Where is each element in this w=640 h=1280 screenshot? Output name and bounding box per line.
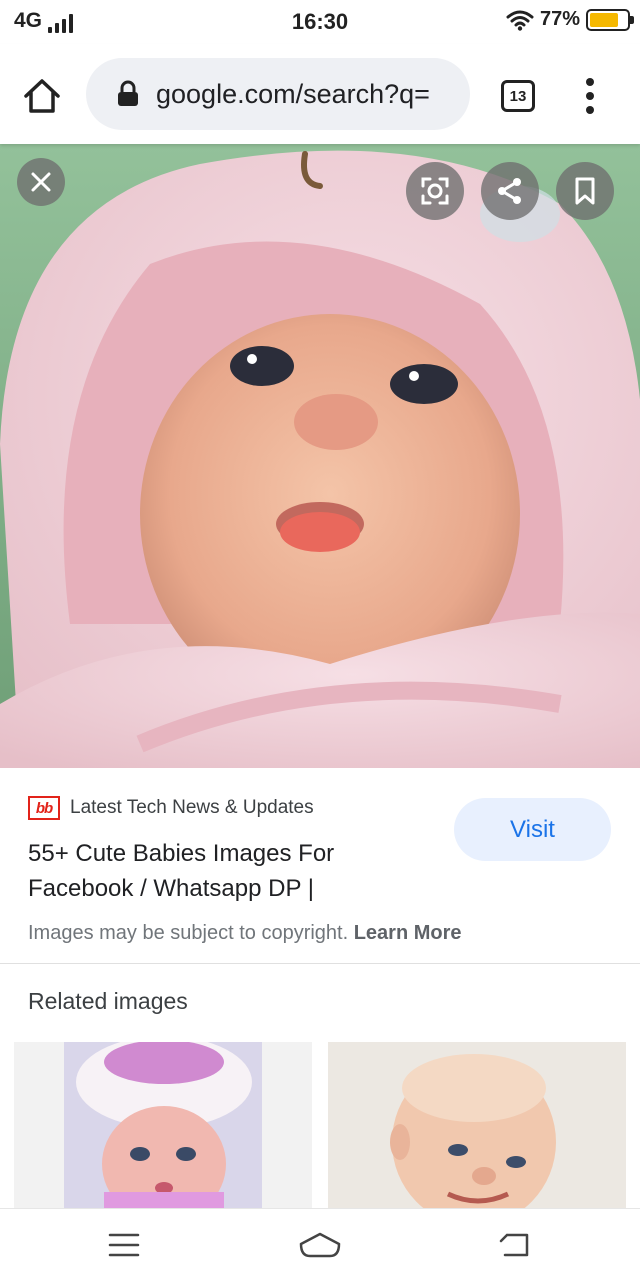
- title-line-1: 55+ Cute Babies Images For: [28, 840, 335, 867]
- menu-dot: [586, 106, 594, 114]
- home-nav-icon: [299, 1232, 341, 1258]
- lens-icon: [421, 177, 449, 205]
- battery-fill: [590, 12, 618, 27]
- learn-more-link[interactable]: Learn More: [354, 922, 462, 944]
- battery-icon: [586, 8, 634, 31]
- source-name: Latest Tech News & Updates: [70, 797, 314, 818]
- lens-button[interactable]: [406, 162, 464, 220]
- baby-photo: [0, 144, 640, 768]
- url-text: google.com/search?q=: [156, 78, 430, 109]
- system-nav-bar: [0, 1208, 640, 1280]
- related-images-heading: Related images: [28, 988, 188, 1014]
- related-image-2[interactable]: [328, 1042, 626, 1208]
- share-icon: [498, 178, 521, 204]
- source-row[interactable]: bb Latest Tech News & Updates: [28, 796, 314, 820]
- tab-switcher-button[interactable]: 13: [501, 80, 535, 112]
- related-thumbnail-2: [328, 1042, 626, 1208]
- close-button[interactable]: [17, 158, 65, 206]
- tabs-icon-count: 13: [509, 87, 527, 105]
- bookmark-icon: [575, 177, 595, 205]
- menu-nav-button[interactable]: [100, 1225, 148, 1265]
- title-line-2: Facebook / Whatsapp DP |: [28, 875, 314, 902]
- menu-icon: [108, 1233, 140, 1257]
- result-title[interactable]: 55+ Cute Babies Images For Facebook / Wh…: [28, 836, 418, 906]
- more-menu-button[interactable]: [578, 74, 602, 118]
- result-info: bb Latest Tech News & Updates 55+ Cute B…: [0, 768, 640, 964]
- home-nav-button[interactable]: [296, 1225, 344, 1265]
- visit-label: Visit: [510, 815, 555, 843]
- more-menu-icon: [586, 78, 594, 86]
- related-thumbnail-1: [64, 1042, 262, 1208]
- status-bar: 4G 16:30 77%: [0, 0, 640, 44]
- address-bar[interactable]: google.com/search?q=: [86, 58, 470, 130]
- site-favicon: bb: [28, 796, 60, 820]
- home-icon: [24, 79, 60, 113]
- status-right: 77%: [506, 8, 634, 31]
- favicon-text: bb: [35, 799, 53, 817]
- browser-toolbar: google.com/search?q= 13: [0, 44, 640, 144]
- back-icon: [499, 1233, 529, 1257]
- wifi-icon: [506, 10, 534, 31]
- close-icon: [31, 172, 51, 192]
- back-nav-button[interactable]: [490, 1225, 538, 1265]
- menu-dot: [586, 92, 594, 100]
- copyright-notice: Images may be subject to copyright. Lear…: [28, 922, 462, 945]
- battery-percent: 77%: [539, 8, 580, 30]
- lock-icon: [118, 80, 138, 106]
- related-image-1[interactable]: [14, 1042, 312, 1208]
- bookmark-button[interactable]: [556, 162, 614, 220]
- home-button[interactable]: [20, 74, 64, 118]
- share-button[interactable]: [481, 162, 539, 220]
- visit-button[interactable]: Visit: [454, 798, 611, 861]
- copyright-text: Images may be subject to copyright.: [28, 922, 349, 944]
- preview-image[interactable]: [0, 144, 640, 768]
